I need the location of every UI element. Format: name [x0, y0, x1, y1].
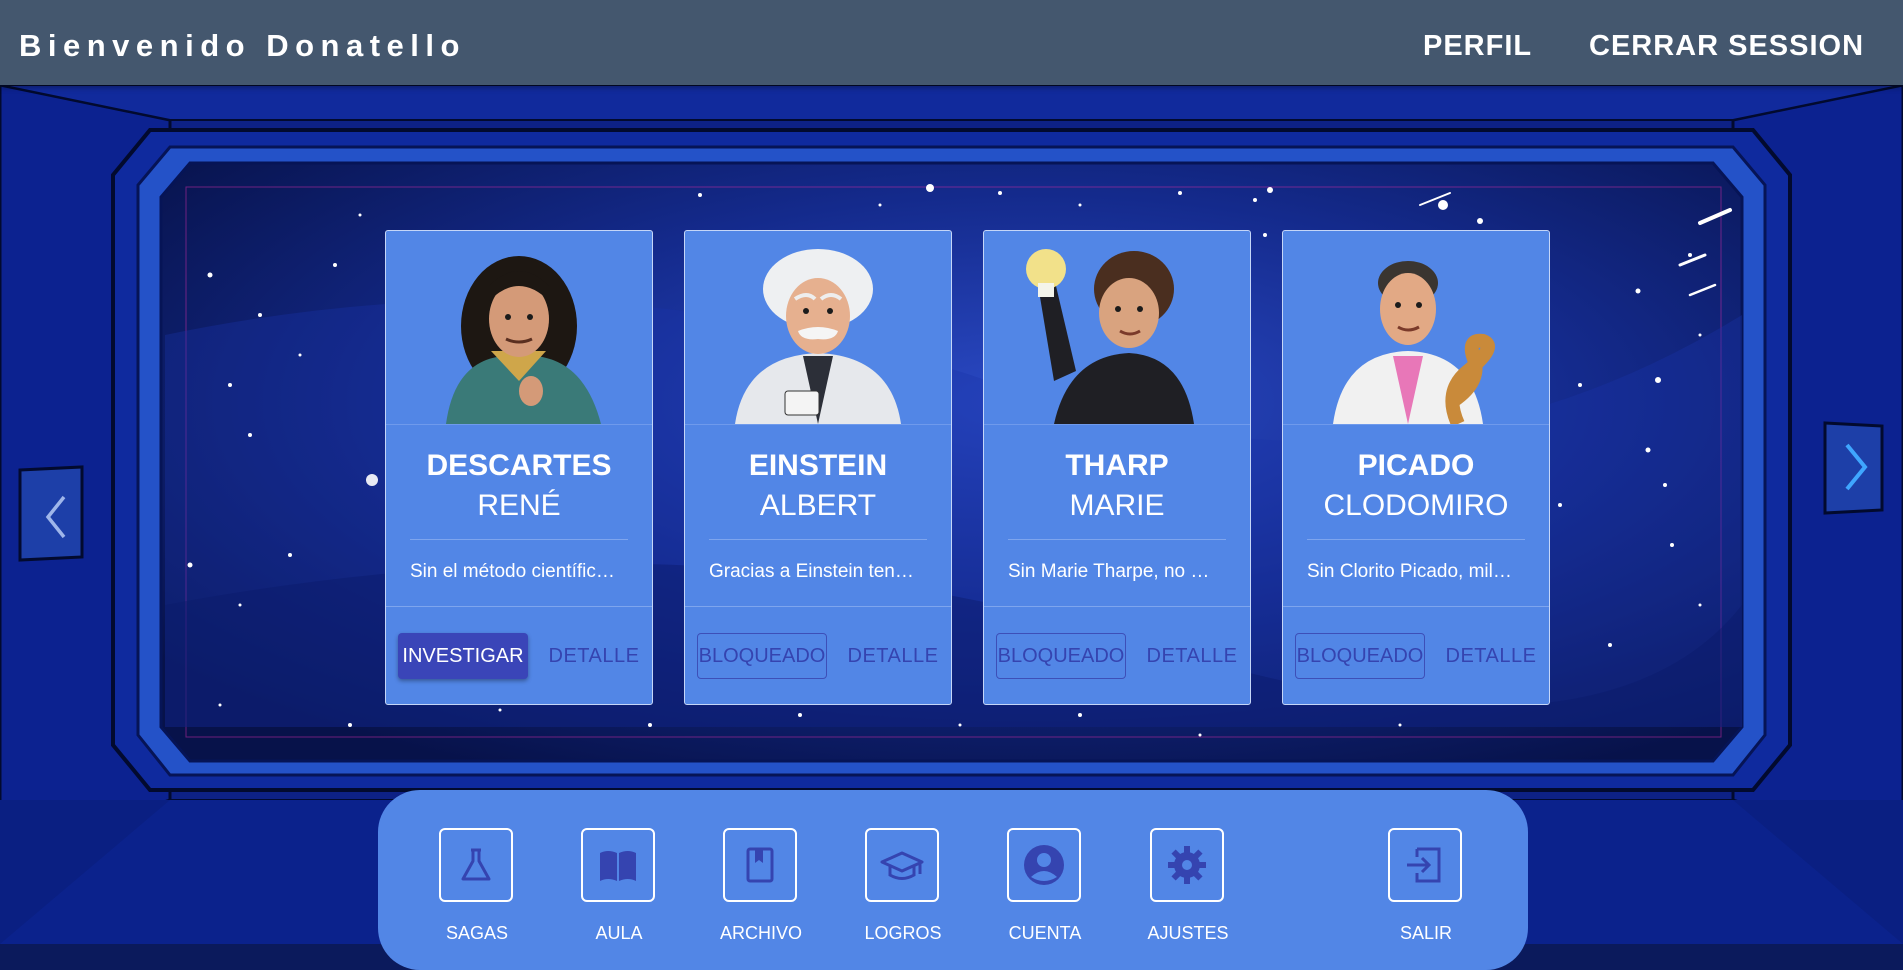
dock-label: SALIR: [1399, 923, 1453, 943]
card-divider: [709, 539, 927, 540]
character-card: THARP MARIE Sin Marie Tharpe, no … BLOQU…: [983, 230, 1251, 705]
card-surname: DESCARTES: [426, 449, 612, 482]
dock-item-cuenta[interactable]: CUENTA: [1007, 828, 1083, 943]
detalle-button[interactable]: DETALLE: [544, 633, 644, 679]
bookmark-book-icon: [746, 847, 774, 883]
bloqueado-button[interactable]: BLOQUEADO: [1295, 633, 1425, 679]
chevron-left-icon: [45, 495, 66, 539]
exit-icon: [1407, 847, 1441, 883]
card-divider: [410, 539, 628, 540]
card-surname: THARP: [1065, 449, 1169, 482]
card-divider: [1008, 539, 1226, 540]
logout-link[interactable]: CERRAR SESSION: [1589, 30, 1864, 63]
descartes-portrait: [386, 256, 652, 425]
dock-tile[interactable]: [581, 828, 655, 902]
detalle-button[interactable]: DETALLE: [1441, 633, 1541, 679]
detalle-button[interactable]: DETALLE: [843, 633, 943, 679]
dock-label: CUENTA: [1008, 923, 1082, 943]
dock-tile[interactable]: [1007, 828, 1081, 902]
dock-label: ARCHIVO: [719, 923, 802, 943]
carousel-prev-button[interactable]: [22, 475, 82, 560]
dock-item-ajustes[interactable]: AJUSTES: [1147, 828, 1229, 943]
dock-label: AULA: [595, 923, 643, 943]
character-card: DESCARTES RENÉ Sin el método científic… …: [385, 230, 653, 705]
card-description: Gracias a Einstein ten…: [709, 561, 914, 582]
card-divider: [386, 606, 652, 607]
welcome-message: Bienvenido Donatello: [19, 28, 466, 63]
detalle-button[interactable]: DETALLE: [1142, 633, 1242, 679]
dock-tile[interactable]: [1388, 828, 1462, 902]
dock-tile[interactable]: [439, 828, 513, 902]
graduation-cap-icon: [880, 851, 924, 880]
dock-item-archivo[interactable]: ARCHIVO: [720, 828, 802, 943]
tharp-portrait: [984, 249, 1250, 425]
bottom-dock: SAGAS AULA ARCHIVO LOGROS CUENTA AJUSTES…: [378, 790, 1528, 970]
chevron-right-icon: [1845, 443, 1868, 491]
card-description: Sin el método científic…: [410, 561, 615, 582]
card-firstname: ALBERT: [759, 489, 877, 522]
investigar-button[interactable]: INVESTIGAR: [398, 633, 528, 679]
character-card: PICADO CLODOMIRO Sin Clorito Picado, mil…: [1282, 230, 1550, 705]
card-firstname: CLODOMIRO: [1323, 489, 1509, 522]
picado-portrait: [1283, 261, 1549, 425]
dock-tile[interactable]: [865, 828, 939, 902]
gear-icon: [1168, 846, 1206, 884]
dock-item-logros[interactable]: LOGROS: [864, 828, 942, 943]
dock-tile[interactable]: [1150, 828, 1224, 902]
flask-icon: [461, 848, 491, 881]
card-surname: EINSTEIN: [748, 449, 888, 482]
dock-label: AJUSTES: [1147, 923, 1229, 943]
bloqueado-button[interactable]: BLOQUEADO: [996, 633, 1126, 679]
bloqueado-button[interactable]: BLOQUEADO: [697, 633, 827, 679]
card-description: Sin Marie Tharpe, no …: [1008, 561, 1210, 582]
account-circle-icon: [1024, 845, 1064, 885]
top-bar: Bienvenido Donatello PERFIL CERRAR SESSI…: [0, 0, 1903, 85]
card-firstname: RENÉ: [477, 489, 561, 522]
dock-label: SAGAS: [445, 923, 509, 943]
card-divider: [984, 606, 1250, 607]
character-card: EINSTEIN ALBERT Gracias a Einstein ten… …: [684, 230, 952, 705]
open-book-icon: [600, 851, 636, 881]
card-divider: [1283, 606, 1549, 607]
dock-label: LOGROS: [864, 923, 942, 943]
dock-tile[interactable]: [723, 828, 797, 902]
profile-link[interactable]: PERFIL: [1423, 30, 1532, 63]
card-divider: [685, 606, 951, 607]
card-surname: PICADO: [1357, 449, 1475, 482]
card-divider: [1307, 539, 1525, 540]
card-description: Sin Clorito Picado, mil…: [1307, 561, 1512, 582]
einstein-portrait: [685, 249, 951, 425]
dock-item-sagas[interactable]: SAGAS: [439, 828, 515, 943]
carousel-next-button[interactable]: [1825, 423, 1882, 511]
dock-item-salir[interactable]: SALIR: [1388, 828, 1464, 943]
card-firstname: MARIE: [1069, 489, 1165, 522]
dock-item-aula[interactable]: AULA: [581, 828, 657, 943]
